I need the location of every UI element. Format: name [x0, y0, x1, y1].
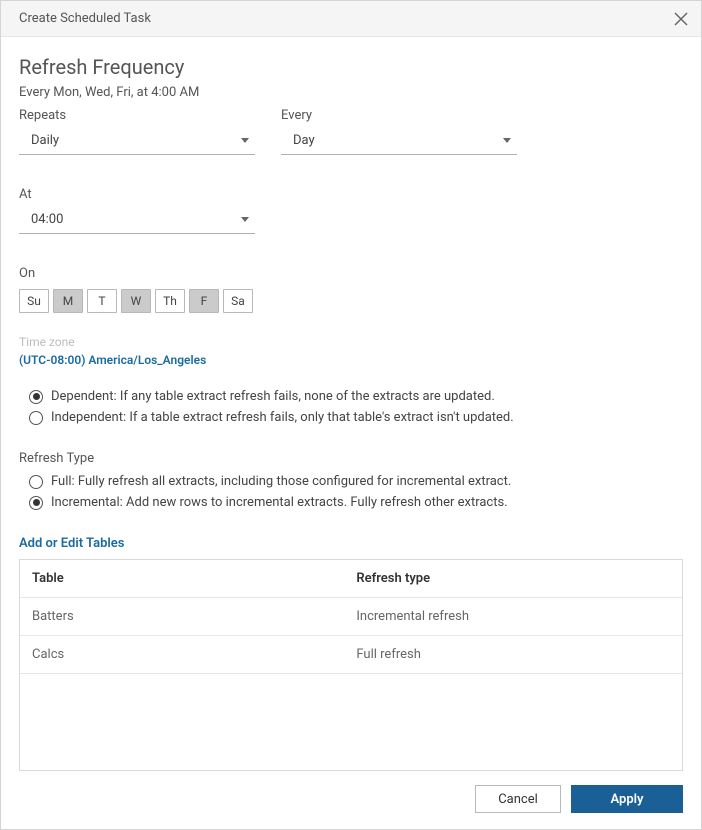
cancel-button-label: Cancel [498, 792, 538, 807]
every-select[interactable]: Day [281, 127, 517, 155]
dependency-option[interactable]: Dependent: If any table extract refresh … [29, 389, 683, 404]
dependency-radio-group: Dependent: If any table extract refresh … [29, 389, 683, 431]
refresh-type-label: Refresh Type [19, 451, 683, 466]
dialog-content: Refresh Frequency Every Mon, Wed, Fri, a… [1, 37, 701, 771]
tables-table: Table Refresh type BattersIncremental re… [19, 559, 683, 771]
repeat-row: Repeats Daily Every Day [19, 108, 683, 169]
refresh-type-option[interactable]: Full: Fully refresh all extracts, includ… [29, 474, 683, 489]
table-header-refresh: Refresh type [344, 571, 682, 586]
radio-icon [29, 411, 43, 425]
days-of-week: SuMTWThFSa [19, 289, 683, 313]
every-label: Every [281, 108, 517, 123]
schedule-summary: Every Mon, Wed, Fri, at 4:00 AM [19, 85, 683, 100]
radio-icon [29, 496, 43, 510]
table-cell-refresh: Full refresh [344, 647, 682, 662]
refresh-type-radio-group: Full: Fully refresh all extracts, includ… [29, 474, 683, 516]
table-header-row: Table Refresh type [20, 560, 682, 598]
page-title: Refresh Frequency [19, 55, 683, 79]
chevron-down-icon [241, 217, 249, 222]
radio-icon [29, 390, 43, 404]
radio-icon [29, 475, 43, 489]
table-cell-name: Batters [20, 609, 344, 624]
timezone-link[interactable]: (UTC-08:00) America/Los_Angeles [19, 353, 683, 367]
every-field: Every Day [281, 108, 517, 155]
dependency-label: Independent: If a table extract refresh … [51, 410, 514, 425]
refresh-type-label: Full: Fully refresh all extracts, includ… [51, 474, 511, 489]
dialog-title: Create Scheduled Task [19, 11, 151, 26]
repeats-value: Daily [31, 133, 241, 148]
cancel-button[interactable]: Cancel [475, 785, 561, 813]
dialog-footer: Cancel Apply [1, 771, 701, 829]
table-body: BattersIncremental refreshCalcsFull refr… [20, 598, 682, 674]
day-toggle[interactable]: Th [155, 289, 185, 313]
dependency-option[interactable]: Independent: If a table extract refresh … [29, 410, 683, 425]
refresh-type-label: Incremental: Add new rows to incremental… [51, 495, 508, 510]
every-value: Day [293, 133, 503, 148]
dialog-header: Create Scheduled Task [1, 1, 701, 37]
at-select[interactable]: 04:00 [19, 206, 255, 234]
day-toggle[interactable]: W [121, 289, 151, 313]
day-toggle[interactable]: F [189, 289, 219, 313]
table-cell-refresh: Incremental refresh [344, 609, 682, 624]
at-field: At 04:00 [19, 187, 255, 234]
timezone-label: Time zone [19, 335, 683, 349]
refresh-type-option[interactable]: Incremental: Add new rows to incremental… [29, 495, 683, 510]
table-row[interactable]: BattersIncremental refresh [20, 598, 682, 636]
table-row[interactable]: CalcsFull refresh [20, 636, 682, 674]
repeats-field: Repeats Daily [19, 108, 255, 155]
day-toggle[interactable]: M [53, 289, 83, 313]
on-label: On [19, 266, 683, 281]
table-header-name: Table [20, 571, 344, 586]
repeats-label: Repeats [19, 108, 255, 123]
dialog: Create Scheduled Task Refresh Frequency … [0, 0, 702, 830]
day-toggle[interactable]: T [87, 289, 117, 313]
day-toggle[interactable]: Su [19, 289, 49, 313]
table-cell-name: Calcs [20, 647, 344, 662]
day-toggle[interactable]: Sa [223, 289, 253, 313]
close-icon[interactable] [673, 11, 689, 27]
chevron-down-icon [241, 138, 249, 143]
at-value: 04:00 [31, 212, 241, 227]
repeats-select[interactable]: Daily [19, 127, 255, 155]
dependency-label: Dependent: If any table extract refresh … [51, 389, 495, 404]
at-label: At [19, 187, 255, 202]
add-edit-tables-link[interactable]: Add or Edit Tables [19, 536, 683, 551]
apply-button[interactable]: Apply [571, 785, 683, 813]
apply-button-label: Apply [611, 792, 644, 807]
chevron-down-icon [503, 138, 511, 143]
